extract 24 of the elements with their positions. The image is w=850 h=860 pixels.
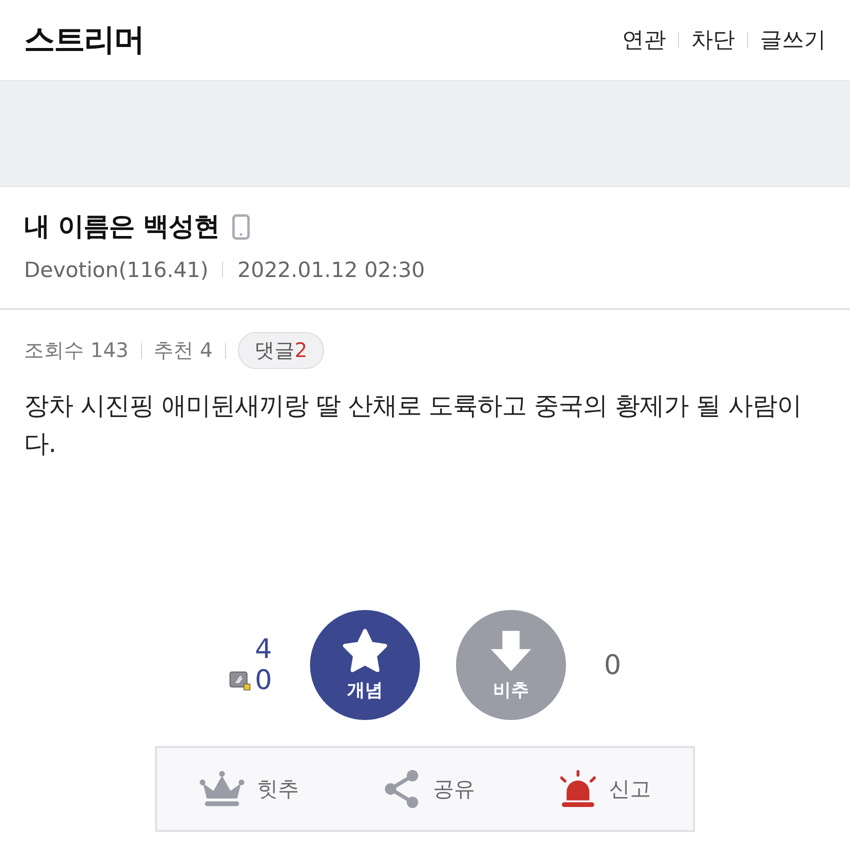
siren-icon — [559, 769, 597, 809]
post-body: 장차 시진핑 애미뒨새끼랑 딸 산채로 도륙하고 중국의 황제가 될 사람이다. — [24, 390, 803, 460]
comment-button[interactable]: 댓글2 — [238, 332, 324, 369]
down-arrow-icon — [488, 628, 534, 674]
downvote-count: 0 — [604, 650, 622, 680]
post-title: 내 이름은 백성현 — [24, 211, 220, 244]
recommend-count: 추천 4 — [154, 337, 213, 364]
view-count: 조회수 143 — [24, 337, 129, 364]
author-name[interactable]: Devotion(116.41) — [24, 258, 208, 282]
fixed-upvote-count: 0 — [254, 665, 272, 696]
phone-icon — [232, 214, 250, 240]
action-button[interactable]: 힛추 — [193, 769, 305, 809]
upvote-button[interactable]: 개념 — [310, 610, 420, 720]
crown-icon — [199, 770, 245, 808]
header-link[interactable]: 연관 — [622, 25, 666, 55]
star-icon — [341, 628, 389, 674]
share-icon — [383, 769, 421, 809]
upvote-count: 4 — [254, 634, 272, 665]
action-button[interactable]: 신고 — [553, 768, 657, 810]
header-link[interactable]: 글쓰기 — [760, 25, 826, 55]
action-button[interactable]: 공유 — [377, 768, 481, 810]
board-title[interactable]: 스트리머 — [24, 19, 144, 61]
post-date: 2022.01.12 02:30 — [237, 258, 425, 282]
header-link[interactable]: 차단 — [691, 25, 735, 55]
